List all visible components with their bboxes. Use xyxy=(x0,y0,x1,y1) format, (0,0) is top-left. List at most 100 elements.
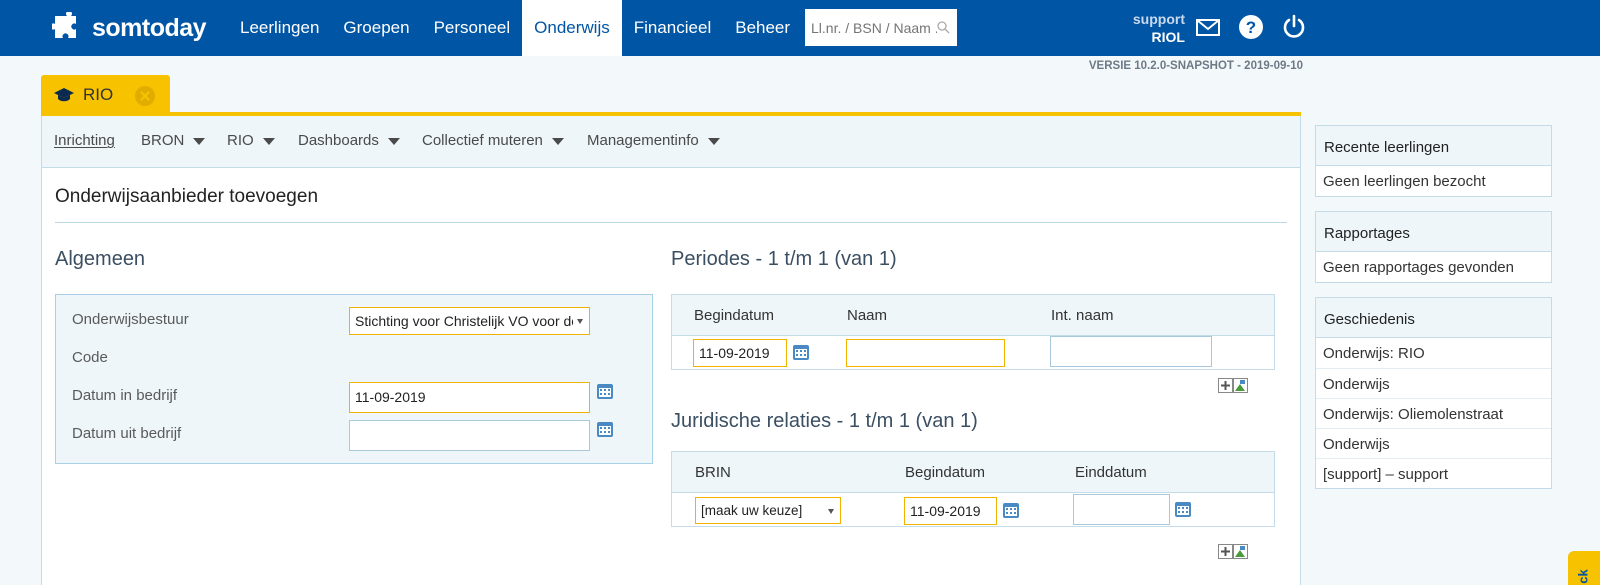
nav-leerlingen[interactable]: Leerlingen xyxy=(228,0,331,56)
tab-close-icon[interactable] xyxy=(135,86,155,106)
divider xyxy=(55,222,1287,223)
nav-beheer[interactable]: Beheer xyxy=(723,0,802,56)
main-nav: Leerlingen Groepen Personeel Onderwijs F… xyxy=(228,0,802,56)
column-header: Naam xyxy=(847,307,888,324)
section-heading-juridische-relaties: Juridische relaties - 1 t/m 1 (van 1) xyxy=(671,410,978,432)
onderwijsbestuur-select[interactable]: Stichting voor Christelijk VO voor de r xyxy=(349,307,590,335)
help-icon[interactable]: ? xyxy=(1238,14,1264,40)
top-navigation-bar: somtoday Leerlingen Groepen Personeel On… xyxy=(0,0,1600,56)
history-item[interactable]: Onderwijs xyxy=(1316,428,1551,458)
list-item: Geen leerlingen bezocht xyxy=(1323,173,1486,190)
user-name: support xyxy=(1132,11,1185,27)
panel-title: Recente leerlingen xyxy=(1316,126,1551,166)
calendar-icon[interactable] xyxy=(596,381,614,400)
graduation-cap-icon xyxy=(54,88,74,102)
feedback-label: ck xyxy=(1575,569,1591,584)
periode-naam-input[interactable] xyxy=(846,339,1005,367)
nav-financieel[interactable]: Financieel xyxy=(622,0,724,56)
juridisch-header: BRIN Begindatum Einddatum xyxy=(672,452,1274,493)
calendar-icon[interactable] xyxy=(1174,499,1192,518)
logo-text: somtoday xyxy=(92,13,207,42)
history-item[interactable]: Onderwijs: RIO xyxy=(1316,338,1551,368)
subnav-inrichting[interactable]: Inrichting xyxy=(54,116,115,168)
user-info[interactable]: support RIOL xyxy=(1110,10,1185,46)
column-header: BRIN xyxy=(695,464,731,481)
table-row: [maak uw keuze] 11-09-2019 xyxy=(672,493,1274,526)
search-input[interactable] xyxy=(805,9,957,46)
add-row-icon[interactable] xyxy=(1218,544,1248,560)
user-org: RIOL xyxy=(1151,29,1185,45)
list-item: Geen rapportages gevonden xyxy=(1323,259,1514,276)
juridisch-begindatum-input[interactable]: 11-09-2019 xyxy=(904,497,997,525)
geschiedenis-panel: Geschiedenis Onderwijs: RIO Onderwijs On… xyxy=(1315,297,1552,489)
power-logout-icon[interactable] xyxy=(1281,14,1307,40)
onderwijsbestuur-label: Onderwijsbestuur xyxy=(72,311,189,328)
subnav-managementinfo[interactable]: Managementinfo xyxy=(587,116,720,168)
subnav-rio[interactable]: RIO xyxy=(227,116,275,168)
subnav-collectief-muteren[interactable]: Collectief muteren xyxy=(422,116,564,168)
calendar-icon[interactable] xyxy=(792,342,810,361)
panel-title: Geschiedenis xyxy=(1316,298,1551,338)
column-header: Int. naam xyxy=(1051,307,1114,324)
datum-uit-label: Datum uit bedrijf xyxy=(72,425,182,442)
datum-uit-bedrijf-input[interactable] xyxy=(349,420,590,451)
nav-onderwijs[interactable]: Onderwijs xyxy=(522,0,622,56)
code-label: Code xyxy=(72,349,108,366)
feedback-button[interactable]: ck xyxy=(1568,551,1600,585)
nav-groepen[interactable]: Groepen xyxy=(331,0,421,56)
history-item[interactable]: Onderwijs xyxy=(1316,368,1551,398)
caret-down-icon xyxy=(707,137,720,145)
tab-label: RIO xyxy=(83,85,114,104)
mail-icon[interactable] xyxy=(1195,14,1221,40)
subnav-dashboards[interactable]: Dashboards xyxy=(298,116,400,168)
column-header: Begindatum xyxy=(905,464,986,481)
caret-down-icon xyxy=(193,137,206,145)
nav-personeel[interactable]: Personeel xyxy=(422,0,523,56)
puzzle-logo-icon xyxy=(52,12,76,38)
subnav-bron[interactable]: BRON xyxy=(141,116,206,168)
juridisch-einddatum-input[interactable] xyxy=(1073,494,1170,525)
select-caret-icon xyxy=(828,509,834,514)
calendar-icon[interactable] xyxy=(596,419,614,438)
subnav-label: Inrichting xyxy=(54,132,115,149)
main-panel: Inrichting BRON RIO Dashboards Collectie… xyxy=(41,116,1301,585)
history-item[interactable]: [support] – support xyxy=(1316,458,1551,488)
search-icon[interactable] xyxy=(936,20,950,34)
brin-select[interactable]: [maak uw keuze] xyxy=(695,497,841,524)
datum-in-bedrijf-input[interactable]: 11-09-2019 xyxy=(349,382,590,413)
subnav-label: RIO xyxy=(227,132,254,149)
table-row: 11-09-2019 xyxy=(672,336,1274,369)
history-item[interactable]: Onderwijs: Oliemolenstraat xyxy=(1316,398,1551,428)
panel-title: Rapportages xyxy=(1316,212,1551,252)
version-label: VERSIE 10.2.0-SNAPSHOT - 2019-09-10 xyxy=(1088,60,1303,72)
calendar-icon[interactable] xyxy=(1002,500,1020,519)
subnav-label: Collectief muteren xyxy=(422,132,543,149)
add-row-icon[interactable] xyxy=(1218,378,1248,394)
section-heading-periodes: Periodes - 1 t/m 1 (van 1) xyxy=(671,248,897,270)
section-heading-algemeen: Algemeen xyxy=(55,248,146,270)
select-caret-icon xyxy=(577,319,583,324)
periodes-header: Begindatum Naam Int. naam xyxy=(672,295,1274,336)
algemeen-form: Onderwijsbestuur Stichting voor Christel… xyxy=(55,294,653,464)
caret-down-icon xyxy=(262,137,275,145)
subnav-label: Dashboards xyxy=(298,132,379,149)
brin-select-value: [maak uw keuze] xyxy=(701,503,803,518)
rapportages-panel: Rapportages Geen rapportages gevonden xyxy=(1315,211,1552,283)
datum-in-label: Datum in bedrijf xyxy=(72,387,178,404)
svg-text:?: ? xyxy=(1246,18,1256,37)
juridische-relaties-table: BRIN Begindatum Einddatum [maak uw keuze… xyxy=(671,451,1275,527)
sub-navigation: Inrichting BRON RIO Dashboards Collectie… xyxy=(42,116,1300,168)
subnav-label: BRON xyxy=(141,132,185,149)
onderwijsbestuur-value: Stichting voor Christelijk VO voor de r xyxy=(355,313,573,329)
recente-leerlingen-panel: Recente leerlingen Geen leerlingen bezoc… xyxy=(1315,125,1552,197)
column-header: Einddatum xyxy=(1075,464,1147,481)
page-title: Onderwijsaanbieder toevoegen xyxy=(55,186,319,207)
caret-down-icon xyxy=(551,137,564,145)
periodes-table: Begindatum Naam Int. naam 11-09-2019 xyxy=(671,294,1275,370)
column-header: Begindatum xyxy=(694,307,775,324)
periode-begindatum-input[interactable]: 11-09-2019 xyxy=(693,339,787,367)
caret-down-icon xyxy=(387,137,400,145)
periode-int-naam-input[interactable] xyxy=(1050,336,1212,367)
subnav-label: Managementinfo xyxy=(587,132,699,149)
somtoday-logo[interactable]: somtoday xyxy=(52,10,207,46)
